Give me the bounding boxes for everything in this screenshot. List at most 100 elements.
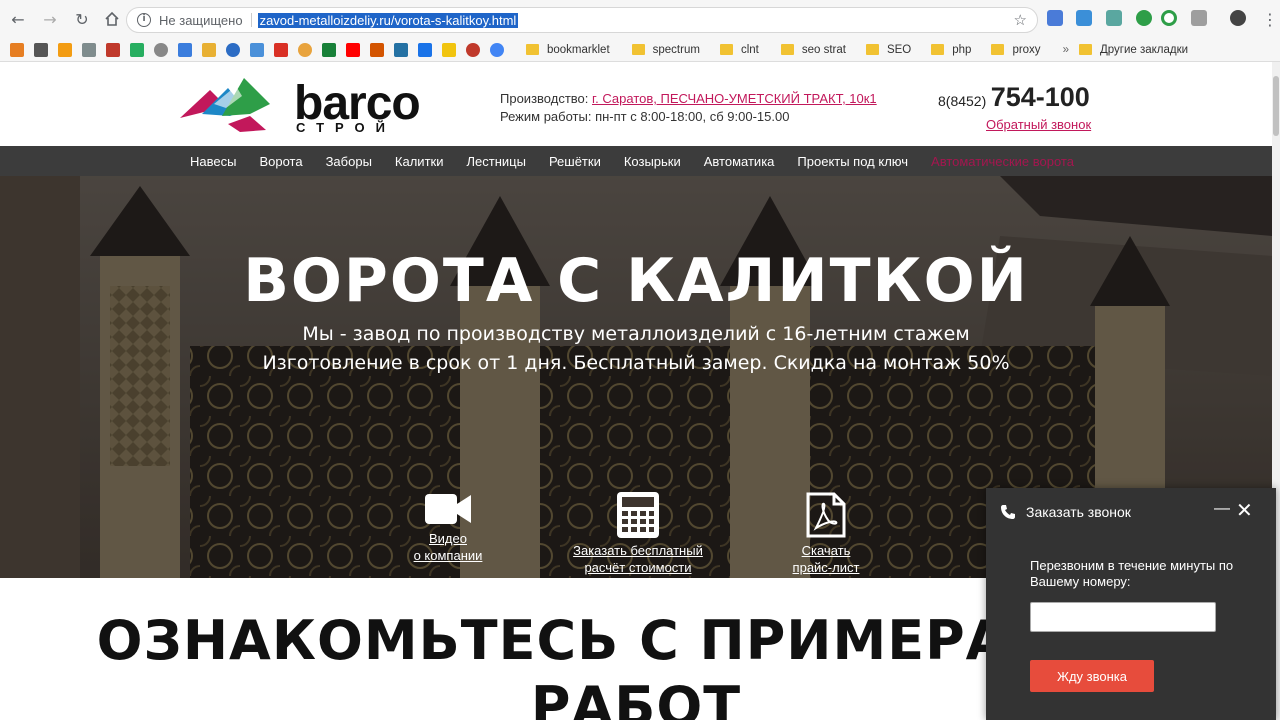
action-label: прайс-лист (792, 560, 860, 575)
action-label: Скачать (801, 543, 851, 558)
translate-extension-icon[interactable] (1047, 10, 1063, 26)
menu-icon[interactable]: ⋮ (1260, 9, 1280, 29)
bookmark-folder[interactable]: spectrum (631, 44, 700, 56)
bookmark-icon[interactable] (490, 42, 504, 57)
folder-icon (780, 44, 794, 55)
reload-icon[interactable]: ↻ (72, 9, 92, 29)
production-line: Производство: г. Саратов, ПЕСЧАНО-УМЕТСК… (500, 90, 877, 108)
bookmark-icon[interactable] (442, 42, 456, 57)
bookmark-icon[interactable] (370, 42, 384, 57)
bookmark-star-icon[interactable]: ☆ (1014, 11, 1027, 29)
widget-title: Заказать звонок (1026, 504, 1131, 520)
action-label: о компании (413, 548, 483, 563)
roof-logo-icon (180, 78, 270, 132)
folder-icon (931, 44, 945, 55)
menu-item-navesy[interactable]: Навесы (190, 154, 236, 169)
eye-icon[interactable] (466, 42, 480, 57)
menu-item-vorota[interactable]: Ворота (259, 154, 302, 169)
hero-subtitle: Мы - завод по производству металлоиздели… (0, 320, 1272, 378)
chevron-right-icon[interactable]: » (1063, 44, 1069, 56)
chrome-icon[interactable] (298, 42, 312, 57)
sheets-icon[interactable] (322, 42, 336, 57)
order-calculation-link[interactable]: Заказать бесплатный расчёт стоимости (568, 492, 708, 576)
folder-icon (1078, 44, 1092, 55)
download-price-list-link[interactable]: Скачать прайс-лист (776, 492, 876, 576)
menu-item-lestnitsy[interactable]: Лестницы (466, 154, 525, 169)
bookmark-icon[interactable] (82, 42, 96, 57)
video-about-company-link[interactable]: Видео о компании (398, 492, 498, 564)
bookmark-icon[interactable] (58, 42, 72, 57)
extension-icon[interactable] (1106, 10, 1122, 26)
phone-icon (1001, 505, 1015, 519)
download-extension-icon[interactable] (1076, 10, 1092, 26)
bookmark-folder[interactable]: proxy (991, 44, 1041, 56)
video-camera-icon (425, 494, 471, 524)
bookmark-label: Другие закладки (1099, 43, 1189, 56)
privacy-extension-icon[interactable] (1191, 10, 1207, 26)
other-bookmarks-folder[interactable]: Другие закладки (1078, 43, 1189, 56)
bookmark-icon[interactable] (250, 42, 264, 57)
bookmark-icon[interactable] (34, 42, 48, 57)
youtube-icon[interactable] (346, 42, 360, 57)
menu-item-kozyrki[interactable]: Козырьки (624, 154, 681, 169)
menu-item-reshetki[interactable]: Решётки (549, 154, 601, 169)
info-icon[interactable]: i (137, 13, 151, 27)
apple-icon[interactable] (154, 42, 168, 57)
back-icon[interactable]: ← (8, 9, 28, 29)
menu-item-avtomatika[interactable]: Автоматика (704, 154, 775, 169)
widget-header: Заказать звонок — ✕ (986, 488, 1276, 536)
action-label: Заказать бесплатный (573, 543, 703, 558)
phone-input[interactable] (1030, 602, 1216, 632)
url-text[interactable]: zavod-metalloizdeliy.ru/vorota-s-kalitko… (257, 12, 519, 28)
bookmark-icon[interactable] (226, 42, 240, 57)
minimize-icon[interactable]: — (1214, 500, 1230, 518)
menu-item-auto-gates[interactable]: Автоматические ворота (931, 154, 1074, 169)
record-extension-icon[interactable] (1161, 10, 1177, 26)
forward-icon[interactable]: → (40, 9, 60, 29)
menu-item-zabory[interactable]: Заборы (326, 154, 372, 169)
callback-link[interactable]: Обратный звонок (986, 117, 1091, 132)
hero-subtitle-line: Мы - завод по производству металлоиздели… (302, 323, 970, 345)
callback-widget: Заказать звонок — ✕ Перезвоним в течение… (986, 488, 1276, 720)
address-bar[interactable]: i Не защищено zavod-metalloizdeliy.ru/vo… (126, 7, 1038, 33)
phone-number[interactable]: 754-100 (991, 82, 1090, 112)
menu-item-proekty[interactable]: Проекты под ключ (797, 154, 908, 169)
bookmark-label: seo strat (801, 43, 846, 56)
action-label: расчёт стоимости (584, 560, 692, 575)
folder-icon (865, 44, 879, 55)
bookmark-folder[interactable]: clnt (719, 44, 759, 56)
drive-icon[interactable] (130, 42, 144, 57)
request-call-button[interactable]: Жду звонка (1030, 660, 1154, 692)
pdf-icon (806, 492, 846, 538)
bookmark-icon[interactable] (10, 42, 24, 57)
avatar[interactable] (1230, 10, 1246, 26)
bookmark-folder[interactable]: seo strat (780, 43, 846, 56)
scrollbar-thumb[interactable] (1273, 76, 1279, 136)
gmail-icon[interactable] (274, 42, 288, 57)
bookmark-icon[interactable] (106, 42, 120, 57)
folder-icon (719, 44, 733, 55)
close-icon[interactable]: ✕ (1236, 498, 1253, 523)
bookmark-folder[interactable]: SEO (865, 44, 911, 56)
folder-icon (526, 44, 539, 55)
security-label: Не защищено (159, 12, 243, 28)
browser-toolbar: ← → ↻ i Не защищено zavod-metalloizdeliy… (0, 0, 1280, 38)
bookmarks-bar: bookmarklet spectrum clnt seo strat SEO … (0, 38, 1280, 62)
widget-description: Перезвоним в течение минуты по Вашему но… (1030, 558, 1234, 589)
home-icon[interactable] (102, 9, 122, 29)
folder-icon (991, 44, 1005, 55)
main-menu: Навесы Ворота Заборы Калитки Лестницы Ре… (0, 146, 1272, 176)
calendar-icon[interactable] (178, 42, 192, 57)
bookmark-folder[interactable]: bookmarklet (526, 44, 610, 56)
dollar-icon[interactable] (394, 42, 408, 57)
hero-subtitle-line: Изготовление в срок от 1 дня. Бесплатный… (262, 352, 1010, 374)
shield-extension-icon[interactable] (1136, 10, 1152, 26)
bookmark-icon[interactable] (202, 42, 216, 57)
phone-block: 8(8452) 754-100 (938, 82, 1090, 113)
address-link[interactable]: г. Саратов, ПЕСЧАНО-УМЕТСКИЙ ТРАКТ, 10к1 (592, 91, 877, 106)
menu-item-kalitki[interactable]: Калитки (395, 154, 444, 169)
logo[interactable]: barco строй (180, 74, 430, 136)
pause-icon[interactable] (418, 42, 432, 57)
bookmark-folder[interactable]: php (931, 44, 971, 56)
working-hours: Режим работы: пн-пт с 8:00-18:00, сб 9:0… (500, 109, 790, 124)
